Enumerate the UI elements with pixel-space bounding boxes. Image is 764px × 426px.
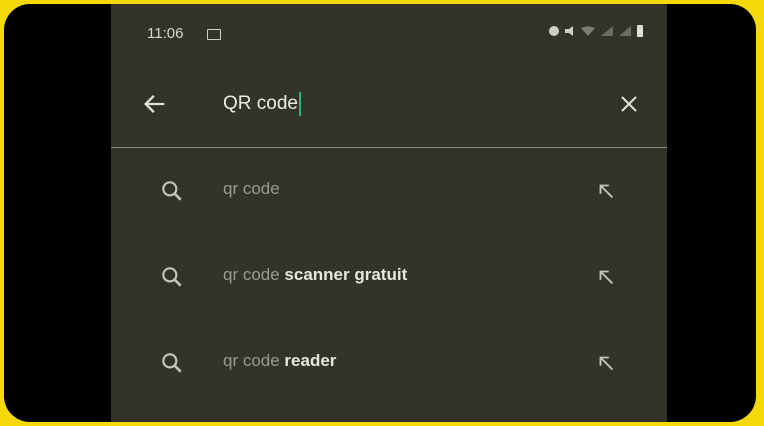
battery-icon <box>637 25 643 37</box>
search-query-text: QR code <box>223 93 298 114</box>
search-icon <box>162 353 182 373</box>
search-input[interactable]: QR code <box>223 88 301 120</box>
status-time: 11:06 <box>147 25 184 42</box>
search-bar: QR code <box>111 62 667 147</box>
status-icons <box>549 25 643 37</box>
alarm-icon <box>549 26 559 36</box>
signal-icon <box>601 26 613 36</box>
fill-query-arrow-icon[interactable] <box>595 352 617 374</box>
suggestion-item[interactable]: qr code scanner gratuit <box>111 234 667 320</box>
back-arrow-icon[interactable] <box>141 90 169 118</box>
suggestion-item[interactable]: qr code <box>111 148 667 234</box>
suggestion-item[interactable]: qr code reader <box>111 320 667 406</box>
text-cursor <box>298 92 301 116</box>
status-bar: 11:06 <box>111 4 667 62</box>
message-icon <box>207 29 221 40</box>
close-icon[interactable] <box>617 92 641 116</box>
phone-screen: 11:06 QR code qr code qr code scanner gr… <box>111 4 667 422</box>
suggestion-text: qr code <box>223 179 280 198</box>
mute-icon <box>565 26 573 36</box>
fill-query-arrow-icon[interactable] <box>595 180 617 202</box>
wifi-icon <box>581 26 595 36</box>
suggestion-text: qr code reader <box>223 351 337 370</box>
signal-icon-secondary <box>619 26 631 36</box>
fill-query-arrow-icon[interactable] <box>595 266 617 288</box>
screenshot-frame: 11:06 QR code qr code qr code scanner gr… <box>4 4 756 422</box>
suggestion-text: qr code scanner gratuit <box>223 265 408 284</box>
search-icon <box>162 181 182 201</box>
search-icon <box>162 267 182 287</box>
